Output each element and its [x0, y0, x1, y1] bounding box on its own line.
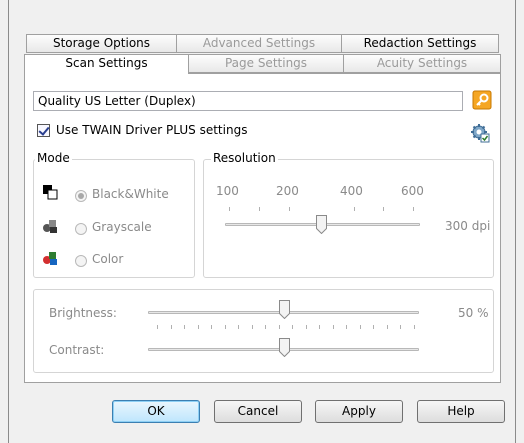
tab-advanced-settings[interactable]: Advanced Settings — [176, 34, 342, 53]
brightness-tick — [400, 325, 401, 329]
resolution-scale-200: 200 — [276, 184, 299, 198]
gear-settings-icon[interactable] — [470, 123, 490, 143]
brightness-tick — [414, 325, 415, 329]
resolution-tick — [229, 207, 230, 211]
brightness-slider-thumb[interactable] — [279, 300, 290, 320]
window-frame-right — [515, 0, 516, 443]
resolution-scale-100: 100 — [216, 184, 239, 198]
resolution-value: 300 dpi — [445, 219, 491, 233]
profile-name-field[interactable]: Quality US Letter (Duplex) — [33, 91, 463, 111]
brightness-tick — [306, 325, 307, 329]
black-white-icon — [42, 184, 58, 200]
resolution-tick — [259, 207, 260, 211]
brightness-tick — [252, 325, 253, 329]
brightness-tick — [333, 325, 334, 329]
brightness-tick — [171, 325, 172, 329]
resolution-scale-600: 600 — [401, 184, 424, 198]
resolution-scale-400: 400 — [340, 184, 363, 198]
radio-black-white[interactable] — [75, 190, 87, 202]
ok-button[interactable]: OK — [112, 400, 200, 423]
brightness-tick — [211, 325, 212, 329]
radio-grayscale-label[interactable]: Grayscale — [92, 220, 152, 234]
window-frame-left — [8, 0, 9, 443]
resolution-tick — [383, 207, 384, 211]
apply-button[interactable]: Apply — [315, 400, 403, 423]
help-button[interactable]: Help — [417, 400, 505, 423]
tab-acuity-settings[interactable]: Acuity Settings — [343, 54, 501, 73]
brightness-tick — [279, 325, 280, 329]
radio-color-label[interactable]: Color — [92, 252, 123, 266]
mode-group-title: Mode — [35, 151, 72, 165]
brightness-tick — [225, 325, 226, 329]
brightness-tick — [346, 325, 347, 329]
cancel-button[interactable]: Cancel — [214, 400, 302, 423]
brightness-tick — [373, 325, 374, 329]
brightness-tick — [292, 325, 293, 329]
tab-redaction-settings[interactable]: Redaction Settings — [341, 34, 499, 53]
color-icon — [42, 250, 58, 266]
grayscale-icon — [42, 218, 58, 234]
lock-icon[interactable] — [472, 90, 492, 110]
twain-checkbox-label[interactable]: Use TWAIN Driver PLUS settings — [56, 123, 247, 137]
brightness-tick — [184, 325, 185, 329]
brightness-tick — [238, 325, 239, 329]
tab-page-settings[interactable]: Page Settings — [188, 54, 344, 73]
resolution-group-title: Resolution — [211, 151, 278, 165]
brightness-tick — [265, 325, 266, 329]
twain-checkbox[interactable] — [37, 124, 50, 137]
brightness-tick — [360, 325, 361, 329]
contrast-slider-thumb[interactable] — [279, 338, 290, 358]
resolution-slider-thumb[interactable] — [316, 215, 327, 235]
tab-storage-options[interactable]: Storage Options — [26, 34, 177, 53]
resolution-tick — [354, 207, 355, 211]
tab-scan-settings[interactable]: Scan Settings — [24, 54, 189, 74]
resolution-tick — [413, 207, 414, 211]
radio-grayscale[interactable] — [75, 223, 87, 235]
brightness-value: 50 % — [458, 306, 489, 320]
resolution-tick — [289, 207, 290, 211]
brightness-tick — [319, 325, 320, 329]
brightness-tick — [157, 325, 158, 329]
brightness-tick — [198, 325, 199, 329]
brightness-contrast-group — [33, 289, 494, 373]
contrast-label: Contrast: — [49, 343, 105, 357]
brightness-tick — [387, 325, 388, 329]
radio-black-white-label[interactable]: Black&White — [92, 187, 169, 201]
brightness-label: Brightness: — [49, 306, 117, 320]
radio-color[interactable] — [75, 255, 87, 267]
